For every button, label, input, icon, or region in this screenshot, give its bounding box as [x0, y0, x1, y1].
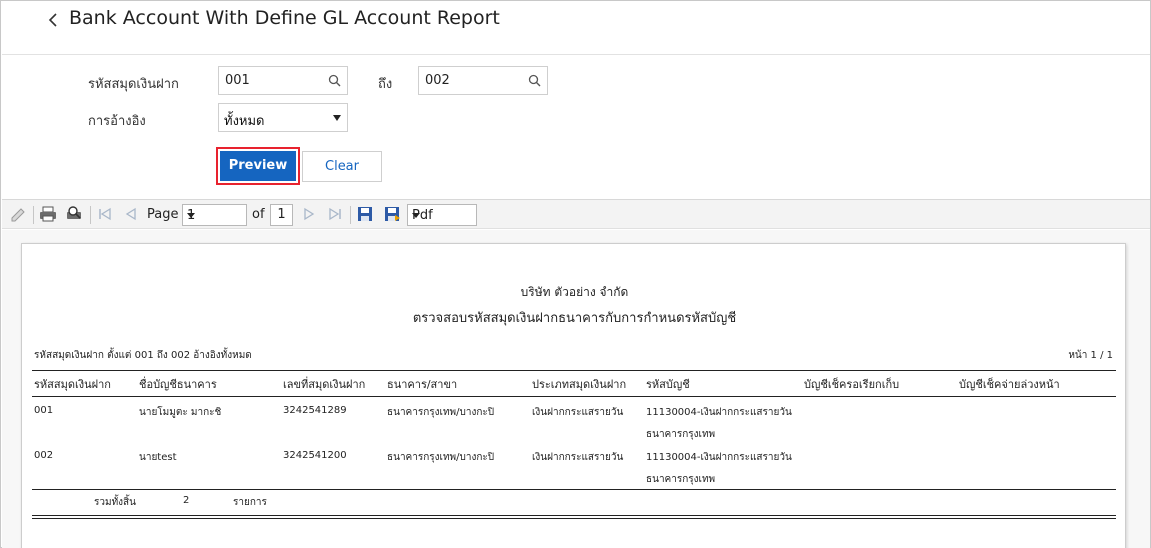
row-account-name: นายtest: [139, 452, 177, 463]
preview-button[interactable]: Preview: [220, 151, 296, 181]
page-title: Bank Account With Define GL Account Repo…: [69, 7, 500, 29]
row-bank-branch: ธนาคารกรุงเทพ/บางกะปิ: [387, 452, 495, 463]
column-header: รหัสบัญชี: [646, 378, 690, 391]
toolbar-separator: [90, 206, 91, 224]
report-header-rule: [32, 370, 1116, 371]
row-code: 002: [34, 450, 54, 461]
total-pages: 1: [270, 204, 293, 226]
report-header-rule: [32, 396, 1116, 397]
to-label: ถึง: [378, 77, 393, 92]
preview-highlight: Preview: [216, 147, 300, 185]
next-page-icon[interactable]: [300, 206, 318, 222]
reference-select[interactable]: ทั้งหมด: [218, 103, 348, 132]
row-bank-branch: ธนาคารกรุงเทพ/บางกะปิ: [387, 407, 495, 418]
row-account-type: เงินฝากกระแสรายวัน: [532, 407, 624, 418]
bank-account-label: รหัสสมุดเงินฝาก: [88, 77, 179, 92]
column-header: รหัสสมุดเงินฝาก: [34, 378, 111, 391]
row-code: 001: [34, 405, 54, 416]
report-toolbar: Page 1 of 1 Pdf: [2, 199, 1150, 229]
page-label: Page: [147, 207, 179, 222]
caret-down-icon: [187, 213, 195, 218]
caret-down-icon: [333, 115, 341, 121]
edit-icon[interactable]: [10, 206, 28, 222]
total-unit: รายการ: [233, 497, 267, 508]
row-gl-account: 11130004-เงินฝากกระแสรายวัน: [646, 452, 792, 463]
report-footer-rule: [32, 518, 1116, 519]
page-number-select[interactable]: 1: [182, 204, 247, 226]
search-icon[interactable]: [528, 74, 541, 87]
total-label: รวมทั้งสิ้น: [94, 497, 136, 508]
column-header: ธนาคาร/สาขา: [387, 378, 458, 391]
export-icon[interactable]: [383, 206, 401, 222]
row-gl-account: 11130004-เงินฝากกระแสรายวัน: [646, 407, 792, 418]
report-viewer[interactable]: บริษัท ตัวอย่าง จำกัด ตรวจสอบรหัสสมุดเงิ…: [2, 230, 1150, 548]
row-account-type: เงินฝากกระแสรายวัน: [532, 452, 624, 463]
row-gl-account-bank: ธนาคารกรุงเทพ: [646, 474, 716, 485]
row-account-name: นายโมมูตะ มากะชิ: [139, 407, 222, 418]
caret-down-icon: [412, 213, 420, 218]
report-page: บริษัท ตัวอย่าง จำกัด ตรวจสอบรหัสสมุดเงิ…: [21, 243, 1126, 548]
export-format-select[interactable]: Pdf: [407, 204, 477, 226]
print-preview-icon[interactable]: [65, 206, 83, 222]
chevron-left-icon[interactable]: [46, 10, 62, 30]
reference-label: การอ้างอิง: [88, 114, 146, 129]
row-gl-account-bank: ธนาคารกรุงเทพ: [646, 429, 716, 440]
clear-button[interactable]: Clear: [302, 151, 382, 182]
report-footer-rule: [32, 515, 1116, 516]
to-account-field[interactable]: [418, 66, 548, 95]
column-header: ชื่อบัญชีธนาคาร: [139, 378, 217, 391]
column-header: เลขที่สมุดเงินฝาก: [283, 378, 366, 391]
toolbar-separator: [33, 206, 34, 224]
reference-select-value: ทั้งหมด: [224, 114, 265, 129]
last-page-icon[interactable]: [326, 206, 344, 222]
toolbar-separator: [350, 206, 351, 224]
report-page-number: หน้า 1 / 1: [1068, 350, 1113, 361]
report-company-name: บริษัท ตัวอย่าง จำกัด: [520, 285, 629, 299]
previous-page-icon[interactable]: [122, 206, 140, 222]
of-label: of: [252, 207, 265, 222]
report-title: ตรวจสอบรหัสสมุดเงินฝากธนาคารกับการกำหนดร…: [412, 311, 737, 326]
column-header: ประเภทสมุดเงินฝาก: [532, 378, 627, 391]
save-icon[interactable]: [356, 206, 374, 222]
column-header: บัญชีเช็คจ่ายล่วงหน้า: [959, 378, 1060, 391]
search-icon[interactable]: [328, 74, 341, 87]
from-account-field[interactable]: [218, 66, 348, 95]
report-total-rule: [32, 489, 1116, 490]
print-icon[interactable]: [39, 206, 57, 222]
first-page-icon[interactable]: [96, 206, 114, 222]
row-account-number: 3242541289: [283, 405, 347, 416]
column-header: บัญชีเช็ครอเรียกเก็บ: [804, 378, 900, 391]
total-count: 2: [183, 495, 190, 506]
row-account-number: 3242541200: [283, 450, 347, 461]
report-criteria: รหัสสมุดเงินฝาก ตั้งแต่ 001 ถึง 002 อ้าง…: [34, 350, 252, 361]
page-header: Bank Account With Define GL Account Repo…: [2, 2, 1150, 55]
app-frame: Bank Account With Define GL Account Repo…: [0, 0, 1151, 548]
